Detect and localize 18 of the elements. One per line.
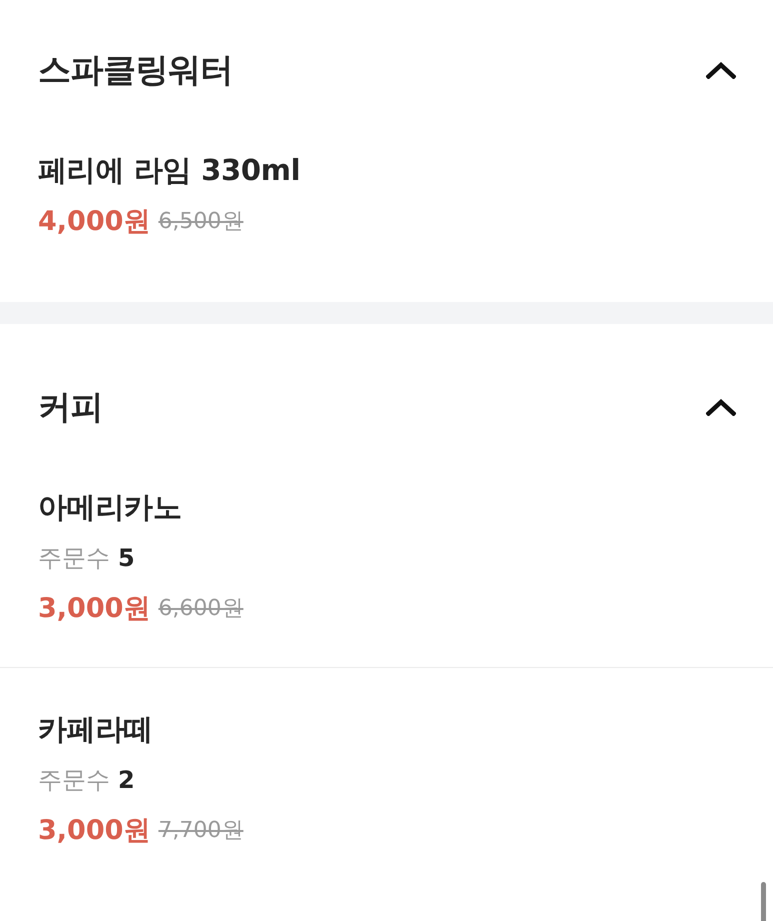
category-title: 스파클링워터: [38, 49, 233, 91]
sale-price: 3,000원: [38, 814, 150, 848]
sale-price: 3,000원: [38, 592, 150, 626]
sale-price: 4,000원: [38, 205, 150, 239]
order-count: 5: [118, 544, 135, 572]
product-name[interactable]: 아메리카노: [38, 488, 182, 528]
order-count-label: 주문수: [38, 543, 110, 574]
product-name[interactable]: 페리에 라임 330ml: [38, 151, 300, 191]
original-price: 7,700원: [158, 817, 244, 845]
order-count: 2: [118, 766, 135, 794]
original-price: 6,500원: [158, 208, 244, 236]
original-price: 6,600원: [158, 595, 244, 623]
product-name[interactable]: 카페라떼: [38, 710, 153, 750]
order-count-label: 주문수: [38, 765, 110, 796]
scrollbar: [761, 882, 766, 921]
chevron-up-icon[interactable]: [706, 62, 736, 78]
category-title: 커피: [38, 386, 103, 428]
chevron-up-icon[interactable]: [706, 398, 736, 416]
